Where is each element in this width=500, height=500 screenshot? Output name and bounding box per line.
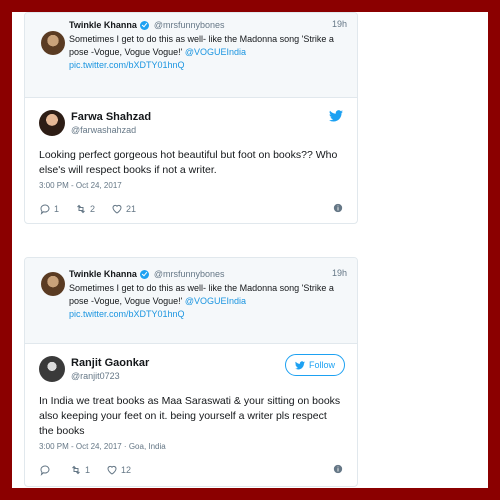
pic-link[interactable]: pic.twitter.com/bXDTY01hnQ: [69, 309, 185, 319]
reply-button[interactable]: [39, 464, 54, 476]
tweet-card: Twinkle Khanna @mrsfunnybones 19h Someti…: [24, 12, 358, 224]
mention-link[interactable]: @VOGUEIndia: [185, 296, 246, 306]
reply-button[interactable]: 1: [39, 203, 59, 215]
like-button[interactable]: 12: [106, 464, 131, 476]
like-button[interactable]: 21: [111, 203, 136, 215]
quoted-tweet-header: Twinkle Khanna @mrsfunnybones: [69, 268, 347, 280]
like-count: 12: [121, 465, 132, 475]
heart-icon: [112, 204, 122, 214]
tweet-date[interactable]: 3:00 PM - Oct 24, 2017: [39, 181, 343, 190]
author-info: Ranjit Gaonkar @ranjit0723: [71, 356, 149, 382]
reply-tweet: Ranjit Gaonkar @ranjit0723 Follow In Ind…: [25, 344, 357, 486]
reply-count: 1: [54, 204, 60, 214]
like-count: 21: [126, 204, 137, 214]
quoted-author-handle[interactable]: @mrsfunnybones: [154, 268, 225, 280]
tweet-date[interactable]: 3:00 PM - Oct 24, 2017 · Goa, India: [39, 442, 343, 451]
tweet-header: Farwa Shahzad @farwashahzad: [39, 108, 343, 138]
retweet-count: 1: [85, 465, 91, 475]
mention-link[interactable]: @VOGUEIndia: [185, 47, 246, 57]
avatar[interactable]: [39, 110, 65, 136]
retweet-button[interactable]: 2: [75, 203, 95, 215]
retweet-icon: [77, 204, 85, 214]
heart-icon: [107, 465, 117, 475]
reply-tweet: Farwa Shahzad @farwashahzad Looking perf…: [25, 98, 357, 223]
retweet-icon: [72, 465, 80, 475]
follow-button[interactable]: Follow: [285, 354, 345, 376]
quoted-timestamp[interactable]: 19h: [332, 19, 347, 29]
tweet-card: Twinkle Khanna @mrsfunnybones 19h Someti…: [24, 257, 358, 487]
retweet-count: 2: [90, 204, 96, 214]
author-name[interactable]: Ranjit Gaonkar: [71, 356, 149, 370]
avatar[interactable]: [39, 356, 65, 382]
pic-link[interactable]: pic.twitter.com/bXDTY01hnQ: [69, 60, 185, 70]
follow-label: Follow: [308, 360, 335, 370]
retweet-button[interactable]: 1: [70, 464, 90, 476]
author-handle[interactable]: @ranjit0723: [71, 370, 149, 382]
verified-icon: [139, 20, 149, 30]
quoted-timestamp[interactable]: 19h: [332, 268, 347, 278]
author-name[interactable]: Farwa Shahzad: [71, 110, 151, 124]
twitter-bird-icon: [294, 360, 305, 369]
quoted-tweet[interactable]: Twinkle Khanna @mrsfunnybones 19h Someti…: [25, 258, 357, 344]
quoted-author-name[interactable]: Twinkle Khanna: [69, 268, 137, 280]
tweet-actions: 1 12: [39, 464, 343, 476]
quoted-author-handle[interactable]: @mrsfunnybones: [154, 19, 225, 31]
quoted-author-name[interactable]: Twinkle Khanna: [69, 19, 137, 31]
avatar[interactable]: [41, 272, 65, 296]
quoted-tweet[interactable]: Twinkle Khanna @mrsfunnybones 19h Someti…: [25, 13, 357, 98]
reply-icon: [40, 204, 50, 215]
reply-icon: [40, 465, 50, 476]
info-icon[interactable]: [333, 464, 343, 474]
quoted-tweet-text: Sometimes I get to do this as well- like…: [69, 33, 347, 72]
tweet-text: Looking perfect gorgeous hot beautiful b…: [39, 149, 338, 176]
quoted-tweet-text: Sometimes I get to do this as well- like…: [69, 282, 347, 321]
author-info: Farwa Shahzad @farwashahzad: [71, 110, 151, 136]
tweet-text: In India we treat books as Maa Saraswati…: [39, 395, 341, 437]
quoted-tweet-header: Twinkle Khanna @mrsfunnybones: [69, 19, 347, 31]
info-icon[interactable]: [333, 203, 343, 213]
tweet-actions: 1 2 21: [39, 203, 343, 215]
verified-icon: [139, 269, 149, 279]
author-handle[interactable]: @farwashahzad: [71, 124, 151, 136]
twitter-bird-icon[interactable]: [329, 110, 343, 122]
avatar[interactable]: [41, 31, 65, 55]
screenshot-canvas: Twinkle Khanna @mrsfunnybones 19h Someti…: [12, 12, 488, 488]
